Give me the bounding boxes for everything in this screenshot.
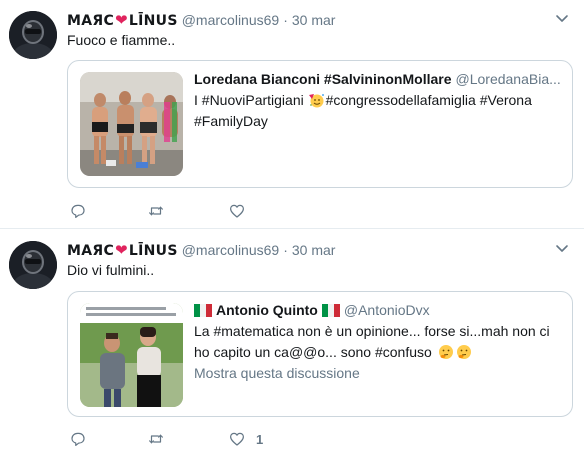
reply-icon [71, 432, 85, 446]
quoted-text: La #matematica non è un opinione... fors… [194, 323, 550, 360]
tweet-header: MAЯC❤LĪNUS @marcolinus69 · 30 mar [67, 240, 335, 260]
party-face-emoji-icon [308, 94, 324, 108]
like-count: 1 [256, 431, 264, 447]
retweet-button[interactable] [147, 429, 165, 449]
quoted-author-handle: @LoredanaBia... [455, 71, 561, 87]
timestamp[interactable]: 30 mar [292, 242, 336, 258]
avatar[interactable] [9, 11, 57, 59]
quoted-tweet-header: Loredana Bianconi #SalvininonMollare @Lo… [194, 69, 562, 89]
author-handle[interactable]: @marcolinus69 [182, 242, 279, 258]
reply-button[interactable] [69, 429, 87, 449]
retweet-icon [149, 434, 163, 444]
author-handle[interactable]: @marcolinus69 [182, 12, 279, 28]
like-button[interactable] [228, 201, 256, 221]
quoted-tweet-header: Antonio Quinto @AntonioDvx [194, 300, 562, 320]
tweet-text: Dio vi fulmini.. [67, 262, 155, 278]
reply-icon [71, 204, 85, 218]
quoted-tweet[interactable]: Antonio Quinto @AntonioDvx La #matematic… [67, 291, 573, 417]
tweet[interactable]: MAЯC❤LĪNUS @marcolinus69 · 30 mar Fuoco … [0, 0, 584, 229]
show-thread-link[interactable]: Mostra questa discussione [194, 365, 562, 381]
quoted-tweet-body: Antonio Quinto @AntonioDvx La #matematic… [194, 300, 562, 381]
separator-dot: · [283, 12, 288, 28]
like-button[interactable]: 1 [228, 429, 263, 449]
timestamp[interactable]: 30 mar [292, 12, 336, 28]
italy-flag-icon [321, 303, 340, 317]
heart-emoji: ❤ [115, 241, 128, 259]
quoted-tweet-body: Loredana Bianconi #SalvininonMollare @Lo… [194, 69, 562, 132]
retweet-icon [149, 206, 163, 216]
reply-button[interactable] [69, 201, 87, 221]
author-name[interactable]: MAЯC❤LĪNUS [67, 241, 178, 259]
timeline: MAЯC❤LĪNUS @marcolinus69 · 30 mar Fuoco … [0, 0, 584, 457]
quoted-tweet-image[interactable] [80, 303, 183, 407]
tweet-header: MAЯC❤LĪNUS @marcolinus69 · 30 mar [67, 10, 335, 30]
tweet[interactable]: MAЯC❤LĪNUS @marcolinus69 · 30 mar Dio vi… [0, 230, 584, 457]
tweet-text: Fuoco e fiamme.. [67, 32, 176, 48]
author-name-part2: LĪNUS [128, 13, 178, 29]
author-name-part2: LĪNUS [128, 243, 178, 259]
quoted-tweet-text: I #NuoviPartigiani #congressodellafamigl… [194, 90, 562, 132]
heart-icon [230, 432, 244, 446]
heart-icon [230, 204, 244, 218]
retweet-button[interactable] [147, 201, 165, 221]
quoted-text-prefix: I #NuoviPartigiani [194, 92, 308, 108]
thinking-face-emoji-icon [438, 345, 453, 359]
quoted-author-name: Antonio Quinto [216, 302, 318, 318]
thinking-face-emoji-icon [456, 345, 471, 359]
heart-emoji: ❤ [115, 11, 128, 29]
chevron-down-icon[interactable] [554, 242, 570, 256]
avatar[interactable] [9, 241, 57, 289]
chevron-down-icon[interactable] [554, 12, 570, 26]
author-name-part1: MAЯC [67, 243, 115, 259]
separator-dot: · [283, 242, 288, 258]
quoted-author-handle: @AntonioDvx [343, 302, 430, 318]
quoted-tweet-text: La #matematica non è un opinione... fors… [194, 321, 562, 363]
quoted-tweet-image[interactable] [80, 72, 183, 176]
author-name-part1: MAЯC [67, 13, 115, 29]
quoted-author-name: Loredana Bianconi #SalvininonMollare [194, 71, 452, 87]
author-name[interactable]: MAЯC❤LĪNUS [67, 11, 178, 29]
quoted-tweet[interactable]: Loredana Bianconi #SalvininonMollare @Lo… [67, 60, 573, 188]
italy-flag-icon [194, 303, 212, 317]
